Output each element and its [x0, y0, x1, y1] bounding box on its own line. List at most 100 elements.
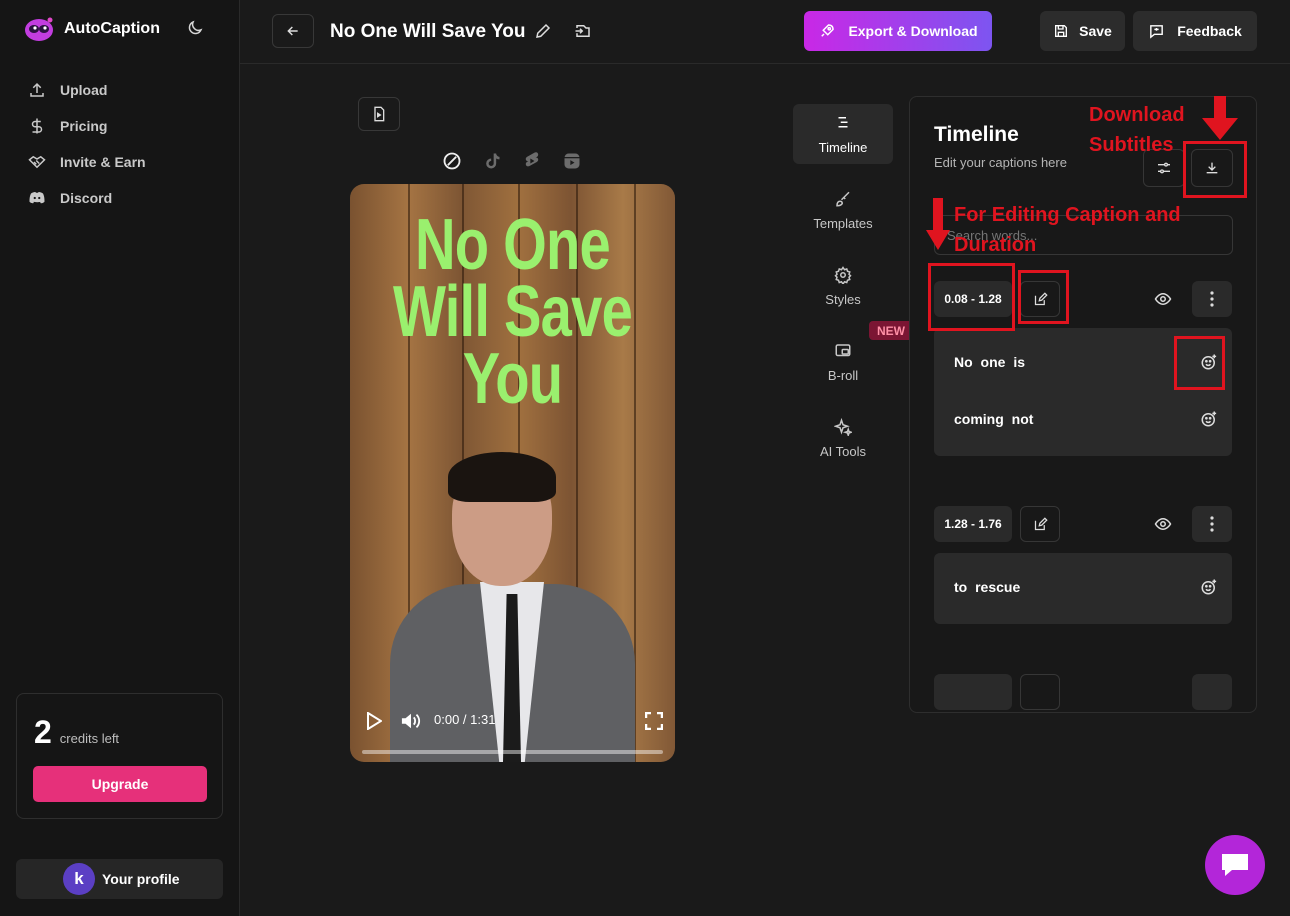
instagram-reels-icon[interactable] [562, 151, 582, 171]
sparkle-icon [834, 417, 852, 436]
caption-line-row[interactable]: to rescue [954, 575, 1218, 599]
add-emoji-icon[interactable] [1200, 410, 1218, 428]
caption-segment-header [934, 674, 1233, 710]
sliders-icon [1158, 162, 1170, 174]
eye-icon[interactable] [1154, 515, 1172, 533]
pencil-icon[interactable] [534, 22, 552, 40]
panel-title: Timeline [934, 123, 1019, 146]
annotation-download-label: Download Subtitles [1089, 104, 1185, 156]
segment-time-chip[interactable] [934, 674, 1012, 710]
eye-icon[interactable] [1154, 290, 1172, 308]
sidebar-nav: Upload Pricing Invite & Earn Discord [28, 72, 146, 216]
sidebar: AutoCaption Upload Pricing Invite & Earn… [0, 0, 240, 916]
credits-count: 2 [34, 714, 52, 750]
annotation-box-emoji [1174, 336, 1225, 390]
save-icon [1055, 25, 1068, 37]
export-label: Export & Download [848, 23, 978, 39]
arrow-left-icon [287, 26, 298, 36]
top-bar: No One Will Save You Export & Download S… [240, 0, 1290, 64]
volume-icon[interactable] [400, 711, 422, 731]
play-icon[interactable] [366, 712, 382, 730]
app-name: AutoCaption [64, 20, 160, 37]
edit-segment-button[interactable] [1020, 674, 1060, 710]
video-progress-bar[interactable] [362, 750, 663, 754]
video-caption-overlay: No One Will Save You [386, 209, 640, 419]
caption-line-row[interactable]: coming not [954, 407, 1218, 431]
more-vertical-icon [1210, 516, 1214, 532]
video-preview[interactable]: No One Will Save You 0:00 / 1:31 [350, 184, 675, 762]
tool-label: B-roll [827, 367, 859, 383]
more-options-button[interactable] [1192, 674, 1232, 710]
fullscreen-icon[interactable] [645, 712, 663, 730]
sidebar-item-label: Discord [60, 190, 113, 206]
tab-timeline[interactable]: Timeline [793, 104, 893, 164]
upgrade-button[interactable]: Upgrade [33, 766, 207, 802]
tab-templates[interactable]: Templates [793, 172, 893, 248]
sidebar-item-upload[interactable]: Upload [28, 72, 146, 108]
annotation-arrow-icon [926, 198, 950, 250]
tab-ai-tools[interactable]: AI Tools [793, 400, 893, 476]
annotation-box-time [928, 263, 1015, 331]
youtube-shorts-icon[interactable] [522, 151, 542, 171]
rocket-icon [821, 24, 835, 37]
edit-icon [1034, 516, 1048, 530]
moon-icon[interactable] [186, 19, 204, 37]
chat-support-button[interactable] [1205, 835, 1265, 895]
caption-segment-header: 1.28 - 1.76 [934, 506, 1233, 542]
caption-line: You [462, 338, 563, 419]
segment-time-chip[interactable]: 1.28 - 1.76 [934, 506, 1012, 542]
profile-button[interactable]: k Your profile [16, 859, 223, 899]
tool-label: Styles [825, 291, 861, 307]
move-file-icon[interactable] [574, 22, 592, 40]
dollar-icon [31, 118, 43, 134]
avatar: k [63, 863, 95, 895]
annotation-box-edit [1018, 270, 1069, 324]
platform-selector [442, 151, 582, 171]
discord-icon [29, 192, 45, 204]
sidebar-item-label: Upload [60, 82, 108, 98]
profile-label: Your profile [102, 871, 180, 887]
tool-label: AI Tools [819, 443, 866, 459]
edit-segment-button[interactable] [1020, 506, 1060, 542]
more-options-button[interactable] [1192, 281, 1232, 317]
timeline-icon [838, 116, 848, 127]
sidebar-item-label: Invite & Earn [60, 154, 146, 170]
caption-segment-body: to rescue [934, 553, 1232, 624]
back-button[interactable] [272, 14, 314, 48]
tab-styles[interactable]: Styles [793, 248, 893, 324]
tools-column: Timeline Templates Styles B-roll AI Tool… [793, 104, 893, 476]
sidebar-item-invite[interactable]: Invite & Earn [28, 144, 146, 180]
handshake-icon [28, 155, 46, 169]
project-title: No One Will Save You [330, 21, 526, 42]
tool-label: Templates [813, 215, 873, 231]
add-emoji-icon[interactable] [1200, 578, 1218, 596]
tiktok-icon[interactable] [482, 151, 502, 171]
sidebar-item-discord[interactable]: Discord [28, 180, 146, 216]
caption-words[interactable]: to rescue [954, 579, 1020, 595]
video-file-icon [374, 106, 385, 122]
save-label: Save [1079, 23, 1112, 39]
chat-icon [1222, 854, 1248, 876]
annotation-editing-label: For Editing Caption and Duration [954, 204, 1181, 256]
save-button[interactable]: Save [1040, 11, 1125, 51]
panel-subtitle: Edit your captions here [934, 155, 1067, 170]
no-platform-icon[interactable] [442, 151, 462, 171]
caption-words[interactable]: coming not [954, 411, 1033, 427]
file-button[interactable] [358, 97, 400, 131]
sidebar-item-pricing[interactable]: Pricing [28, 108, 146, 144]
export-download-button[interactable]: Export & Download [804, 11, 992, 51]
feedback-label: Feedback [1177, 23, 1242, 39]
new-badge: NEW [869, 321, 913, 340]
tool-label: Timeline [818, 139, 868, 155]
credits-card: 2 credits left Upgrade [16, 693, 223, 819]
sidebar-item-label: Pricing [60, 118, 108, 134]
logo-icon [25, 17, 53, 41]
more-vertical-icon [1210, 291, 1214, 307]
gear-icon [834, 265, 852, 284]
broll-icon [835, 343, 851, 356]
more-options-button[interactable] [1192, 506, 1232, 542]
feedback-button[interactable]: Feedback [1133, 11, 1257, 51]
caption-words[interactable]: No one is [954, 354, 1025, 370]
video-controls: 0:00 / 1:31 [350, 692, 675, 762]
app-logo[interactable]: AutoCaption [24, 16, 160, 42]
